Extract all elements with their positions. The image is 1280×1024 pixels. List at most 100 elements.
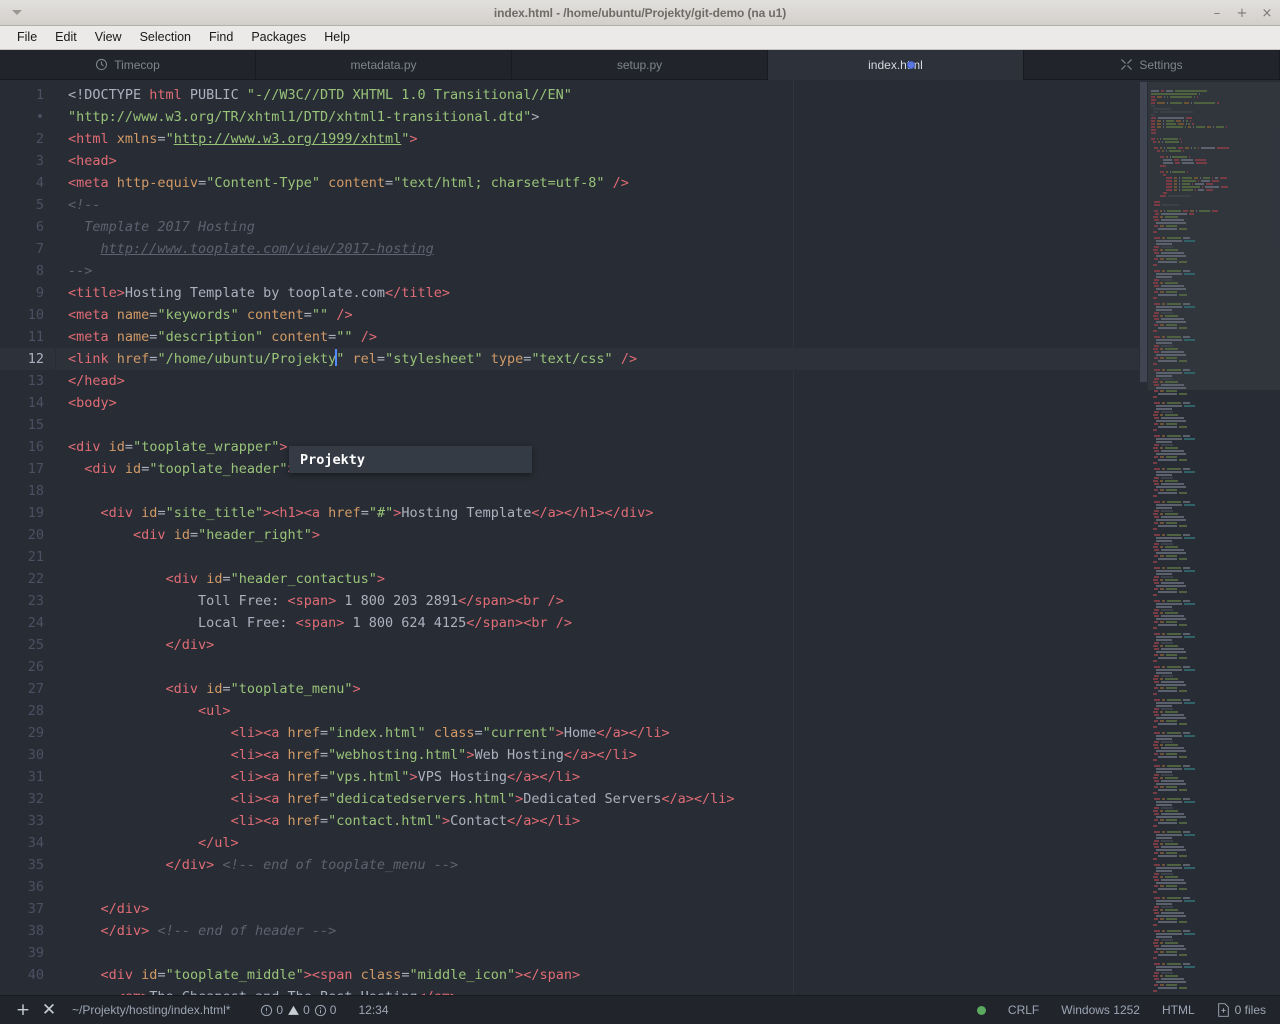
window-controls: – + × (1210, 0, 1274, 26)
tab-timecop[interactable]: Timecop (0, 50, 256, 79)
code-line: <meta http-equiv="Content-Type" content=… (56, 172, 1280, 194)
code-line (56, 546, 1280, 568)
close-pane-button[interactable]: ✕ (36, 997, 62, 1023)
statusbar-right: CRLF Windows 1252 HTML 0 files (955, 1003, 1266, 1017)
code-line: <li><a href="contact.html">Contact</a></… (56, 810, 1280, 832)
line-number: 19 (0, 502, 56, 524)
line-number: 24 (0, 612, 56, 634)
tab-label: Timecop (114, 58, 160, 72)
code-line: <title>Hosting Template by tooplate.com<… (56, 282, 1280, 304)
editor-tabbar: Timecop metadata.py setup.py index.html … (0, 50, 1280, 80)
line-number: 23 (0, 590, 56, 612)
line-number: 17 (0, 458, 56, 480)
autocomplete-item[interactable]: Projekty (289, 452, 365, 468)
code-line: <div id="tooplate_menu"> (56, 678, 1280, 700)
timecop-clock-icon (95, 58, 108, 71)
line-number-gutter: 1 • 2 3 4 5 6 7 8 9 10 11 12 13 14 15 16… (0, 80, 56, 995)
code-line: <!DOCTYPE html PUBLIC "-//W3C//DTD XHTML… (56, 84, 1280, 106)
diagnostics-group[interactable]: 0 0 0 (260, 1003, 336, 1017)
info-circle-icon (314, 1004, 327, 1017)
menu-file[interactable]: File (8, 28, 46, 47)
tab-modified-indicator-icon (907, 61, 915, 69)
warning-count-group[interactable]: 0 (287, 1003, 310, 1017)
line-number-wrap-continuation: • (0, 106, 56, 128)
code-line: </div> (56, 898, 1280, 920)
tab-metadata-py[interactable]: metadata.py (256, 50, 512, 79)
minimap-content (1148, 80, 1280, 995)
menu-help[interactable]: Help (315, 28, 359, 47)
encoding-selector[interactable]: Windows 1252 (1061, 1003, 1140, 1017)
code-line: <!-- (56, 194, 1280, 216)
code-line: </div> <!-- end of header --> (56, 920, 1280, 942)
code-line: <div id="tooplate_header"> (56, 458, 1280, 480)
line-number: 39 (0, 942, 56, 964)
code-line: </div> (56, 634, 1280, 656)
file-path-label[interactable]: ~/Projekty/hosting/index.html* (72, 1003, 230, 1017)
code-line: <div id="header_contactus"> (56, 568, 1280, 590)
code-line: <li><a href="vps.html">VPS Hosting</a></… (56, 766, 1280, 788)
tab-setup-py[interactable]: setup.py (512, 50, 768, 79)
code-line (56, 414, 1280, 436)
tab-label: metadata.py (350, 58, 416, 72)
grammar-selector[interactable]: HTML (1162, 1003, 1195, 1017)
line-number: 1 (0, 84, 56, 106)
tab-settings[interactable]: Settings (1024, 50, 1280, 79)
timecop-time-label[interactable]: 12:34 (358, 1003, 388, 1017)
scrollbar-thumb[interactable] (1140, 82, 1147, 382)
minimize-button[interactable]: – (1210, 6, 1224, 20)
line-number: 15 (0, 414, 56, 436)
code-line: <li><a href="index.html" class="current"… (56, 722, 1280, 744)
window-menu-button[interactable] (0, 0, 34, 26)
line-ending-selector[interactable]: CRLF (1008, 1003, 1039, 1017)
code-line: Template 2017 Hosting (56, 216, 1280, 238)
editor-minimap[interactable] (1148, 80, 1280, 995)
line-number: 26 (0, 656, 56, 678)
menu-find[interactable]: Find (200, 28, 242, 47)
file-diff-icon (1217, 1003, 1230, 1017)
code-line (56, 942, 1280, 964)
editor-vertical-scrollbar[interactable] (1139, 80, 1148, 995)
git-changed-files[interactable]: 0 files (1217, 1003, 1266, 1017)
line-number: 6 (0, 216, 56, 238)
add-pane-button[interactable]: + (10, 997, 36, 1023)
code-line: <li><a href="dedicatedservers.html">Dedi… (56, 788, 1280, 810)
tab-index-html[interactable]: index.html (768, 50, 1024, 79)
code-line: Toll Free: <span> 1 800 203 2891</span><… (56, 590, 1280, 612)
warning-count: 0 (303, 1003, 310, 1017)
code-line: <div id="header_right"> (56, 524, 1280, 546)
code-line: </div> <!-- end of tooplate_menu --> (56, 854, 1280, 876)
line-number: 35 (0, 854, 56, 876)
menu-selection[interactable]: Selection (131, 28, 200, 47)
close-button[interactable]: × (1260, 6, 1274, 20)
info-count-group[interactable]: 0 (314, 1003, 337, 1017)
git-status-dot-icon[interactable] (977, 1006, 986, 1015)
line-number: 8 (0, 260, 56, 282)
code-line (56, 656, 1280, 678)
error-count-group[interactable]: 0 (260, 1003, 283, 1017)
line-number: 37 (0, 898, 56, 920)
autocomplete-popup[interactable]: Projekty (289, 446, 532, 473)
menubar: File Edit View Selection Find Packages H… (0, 26, 1280, 50)
line-number: 38 (0, 920, 56, 942)
code-line: <body> (56, 392, 1280, 414)
menu-view[interactable]: View (86, 28, 131, 47)
menu-packages[interactable]: Packages (242, 28, 315, 47)
line-number: 13 (0, 370, 56, 392)
line-number: 27 (0, 678, 56, 700)
line-number: 34 (0, 832, 56, 854)
menu-edit[interactable]: Edit (46, 28, 86, 47)
line-number: 20 (0, 524, 56, 546)
code-line: "http://www.w3.org/TR/xhtml1/DTD/xhtml1-… (56, 106, 1280, 128)
code-line: <div id="tooplate_middle"><span class="m… (56, 964, 1280, 986)
line-number: 7 (0, 238, 56, 260)
line-number: 11 (0, 326, 56, 348)
line-number: 40 (0, 964, 56, 986)
code-content[interactable]: <!DOCTYPE html PUBLIC "-//W3C//DTD XHTML… (56, 80, 1280, 995)
editor-pane[interactable]: 1 • 2 3 4 5 6 7 8 9 10 11 12 13 14 15 16… (0, 80, 1280, 995)
warning-triangle-icon (287, 1004, 300, 1017)
window-title: index.html - /home/ubuntu/Projekty/git-d… (0, 6, 1280, 20)
maximize-button[interactable]: + (1235, 6, 1249, 20)
line-number: 25 (0, 634, 56, 656)
line-number: 9 (0, 282, 56, 304)
line-number: 3 (0, 150, 56, 172)
